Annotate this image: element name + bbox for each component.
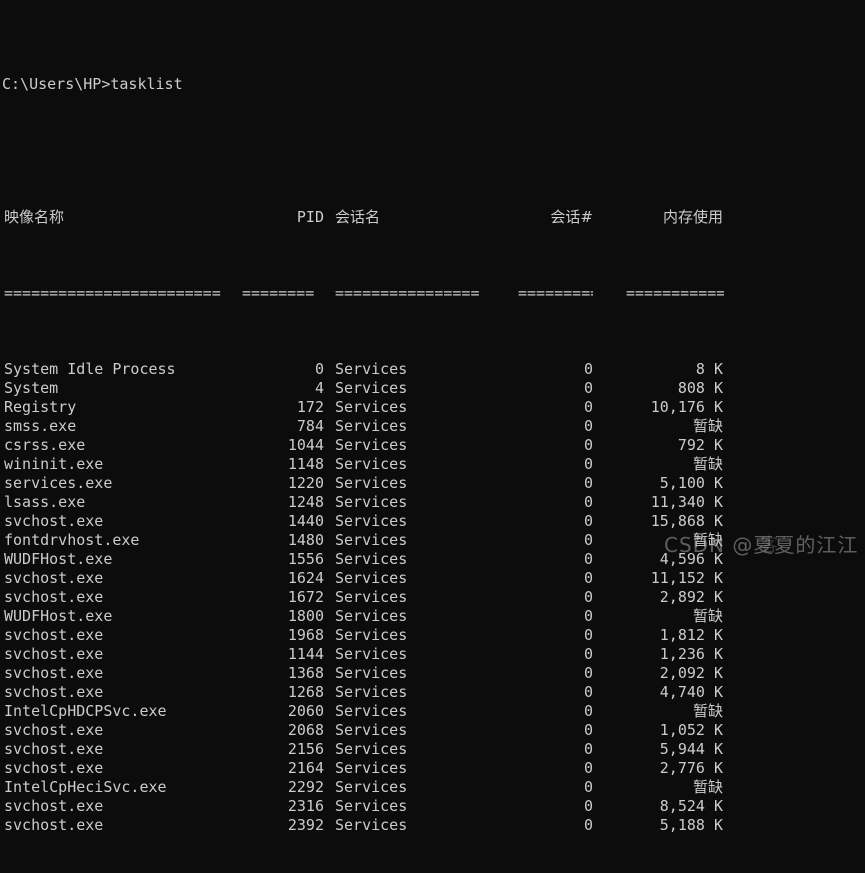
cell-pid: 1144 — [4, 645, 324, 664]
cell-pid: 0 — [4, 360, 324, 379]
cell-mem-usage: 8 K — [335, 360, 723, 379]
cell-pid: 2292 — [4, 778, 324, 797]
cell-pid: 2156 — [4, 740, 324, 759]
cell-mem-usage: 10,176 K — [335, 398, 723, 417]
table-header-row: 映像名称 PID 会话名 会话# 内存使用 — [2, 208, 865, 227]
table-row: wininit.exe1148Services0暂缺 — [2, 455, 865, 474]
cell-mem-usage: 2,092 K — [335, 664, 723, 683]
table-row: smss.exe784Services0暂缺 — [2, 417, 865, 436]
cell-pid: 1148 — [4, 455, 324, 474]
cell-mem-usage: 2,892 K — [335, 588, 723, 607]
column-header-pid: PID — [4, 208, 324, 227]
table-row: svchost.exe2392Services05,188 K — [2, 816, 865, 835]
cell-mem-usage: 5,188 K — [335, 816, 723, 835]
cell-mem-usage: 5,100 K — [335, 474, 723, 493]
separator-image-name: ======================== — [4, 284, 236, 303]
table-separator-row: ======================== ======== ======… — [2, 284, 865, 303]
cell-pid: 1044 — [4, 436, 324, 455]
cell-pid: 2316 — [4, 797, 324, 816]
cell-mem-usage: 暂缺 — [335, 531, 723, 550]
cell-mem-usage: 792 K — [335, 436, 723, 455]
cell-pid: 2392 — [4, 816, 324, 835]
table-row: svchost.exe1440Services015,868 K — [2, 512, 865, 531]
cell-pid: 1968 — [4, 626, 324, 645]
table-row: svchost.exe1968Services01,812 K — [2, 626, 865, 645]
cell-pid: 1248 — [4, 493, 324, 512]
table-row: System Idle Process0Services08 K — [2, 360, 865, 379]
cell-mem-usage: 8,524 K — [335, 797, 723, 816]
cell-mem-usage: 暂缺 — [335, 702, 723, 721]
cell-pid: 784 — [4, 417, 324, 436]
separator-mem-usage: ============ — [626, 284, 724, 303]
cell-mem-usage: 11,340 K — [335, 493, 723, 512]
cell-pid: 1672 — [4, 588, 324, 607]
table-row: svchost.exe1624Services011,152 K — [2, 569, 865, 588]
cell-mem-usage: 1,052 K — [335, 721, 723, 740]
cell-mem-usage: 15,868 K — [335, 512, 723, 531]
table-row: IntelCpHDCPSvc.exe2060Services0暂缺 — [2, 702, 865, 721]
cell-pid: 1556 — [4, 550, 324, 569]
cell-mem-usage: 暂缺 — [335, 417, 723, 436]
table-row: lsass.exe1248Services011,340 K — [2, 493, 865, 512]
separator-pid: ======== — [242, 284, 324, 303]
column-header-mem-usage: 内存使用 — [335, 208, 723, 227]
cell-mem-usage: 暂缺 — [335, 607, 723, 626]
table-row: services.exe1220Services05,100 K — [2, 474, 865, 493]
cell-mem-usage: 1,236 K — [335, 645, 723, 664]
table-row: Registry172Services010,176 K — [2, 398, 865, 417]
cell-pid: 1480 — [4, 531, 324, 550]
cell-pid: 172 — [4, 398, 324, 417]
table-row: IntelCpHeciSvc.exe2292Services0暂缺 — [2, 778, 865, 797]
table-row: svchost.exe2156Services05,944 K — [2, 740, 865, 759]
process-list: System Idle Process0Services08 KSystem4S… — [2, 360, 865, 835]
separator-session-name: ================ — [335, 284, 513, 303]
separator-session-number: =========== — [518, 284, 593, 303]
cell-mem-usage: 11,152 K — [335, 569, 723, 588]
command-prompt-line: C:\Users\HP>tasklist — [2, 75, 865, 94]
cell-mem-usage: 暂缺 — [335, 455, 723, 474]
cell-pid: 1800 — [4, 607, 324, 626]
table-row: System4Services0808 K — [2, 379, 865, 398]
cell-pid: 4 — [4, 379, 324, 398]
table-row: WUDFHost.exe1556Services04,596 K — [2, 550, 865, 569]
cell-pid: 1368 — [4, 664, 324, 683]
cell-mem-usage: 4,596 K — [335, 550, 723, 569]
cell-pid: 2068 — [4, 721, 324, 740]
cell-mem-usage: 1,812 K — [335, 626, 723, 645]
table-row: svchost.exe1672Services02,892 K — [2, 588, 865, 607]
cell-pid: 1268 — [4, 683, 324, 702]
cell-mem-usage: 2,776 K — [335, 759, 723, 778]
cell-pid: 1440 — [4, 512, 324, 531]
cell-pid: 2164 — [4, 759, 324, 778]
cell-mem-usage: 4,740 K — [335, 683, 723, 702]
table-row: csrss.exe1044Services0792 K — [2, 436, 865, 455]
table-row: svchost.exe1368Services02,092 K — [2, 664, 865, 683]
blank-line — [2, 132, 865, 151]
table-row: svchost.exe1144Services01,236 K — [2, 645, 865, 664]
table-row: fontdrvhost.exe1480Services0暂缺 — [2, 531, 865, 550]
cell-mem-usage: 5,944 K — [335, 740, 723, 759]
terminal-output[interactable]: C:\Users\HP>tasklist 映像名称 PID 会话名 会话# 内存… — [0, 0, 865, 564]
table-row: svchost.exe2316Services08,524 K — [2, 797, 865, 816]
cell-mem-usage: 暂缺 — [335, 778, 723, 797]
table-row: svchost.exe1268Services04,740 K — [2, 683, 865, 702]
cell-mem-usage: 808 K — [335, 379, 723, 398]
table-row: svchost.exe2068Services01,052 K — [2, 721, 865, 740]
cell-pid: 1220 — [4, 474, 324, 493]
table-row: svchost.exe2164Services02,776 K — [2, 759, 865, 778]
cell-pid: 2060 — [4, 702, 324, 721]
cell-pid: 1624 — [4, 569, 324, 588]
table-row: WUDFHost.exe1800Services0暂缺 — [2, 607, 865, 626]
